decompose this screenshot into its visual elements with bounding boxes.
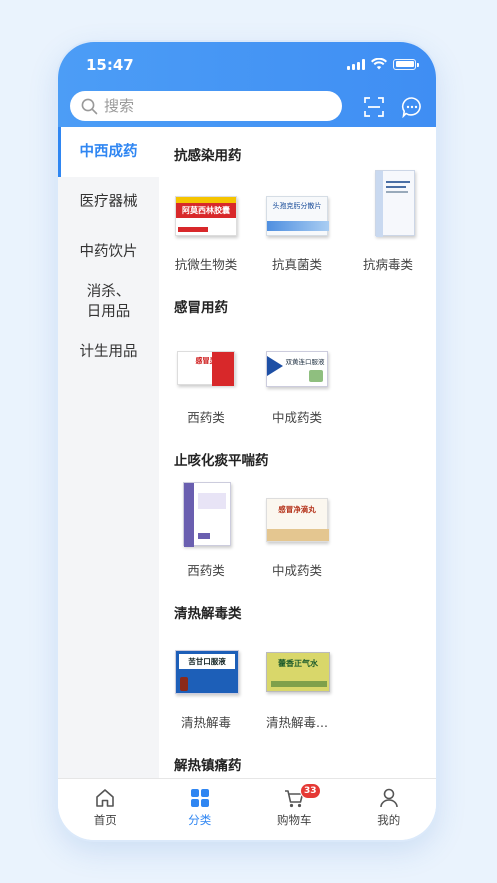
status-time: 15:47: [86, 56, 134, 74]
message-icon[interactable]: [401, 96, 423, 118]
section-title: 止咳化痰平喘药: [174, 453, 269, 469]
tab-label: 分类: [188, 813, 212, 827]
medicine-box-icon: [355, 170, 421, 240]
medicine-box-icon: 感冒净滴丸: [264, 488, 330, 546]
product-item[interactable]: 苦甘口服液 清热解毒: [162, 640, 250, 731]
medicine-box-icon: 双黄连口服液: [264, 335, 330, 393]
product-item[interactable]: 感冒灵 西药类: [162, 335, 250, 426]
section-title: 抗感染用药: [174, 148, 242, 164]
phone-screen: 15:47 搜索 中西成药 医疗器械 中药饮片 消杀、日用品 计生用品 抗感染用…: [58, 42, 436, 840]
search-input[interactable]: [104, 97, 304, 115]
wifi-icon: [371, 58, 387, 70]
product-label: 中成药类: [271, 410, 322, 425]
section-title: 感冒用药: [174, 300, 228, 316]
scan-icon[interactable]: [363, 96, 385, 118]
category-content: 抗感染用药 阿莫西林胶囊 抗微生物类 头孢克肟分散片 抗真菌类 抗病毒类 感冒用…: [159, 127, 436, 778]
sidebar-item-medical-devices[interactable]: 医疗器械: [58, 177, 159, 227]
tab-label: 首页: [93, 813, 117, 827]
medicine-box-icon: 藿香正气水: [264, 640, 330, 698]
product-label: 西药类: [187, 563, 225, 578]
product-label: 抗真菌类: [271, 257, 322, 272]
product-item[interactable]: 双黄连口服液 中成药类: [253, 335, 341, 426]
tab-home[interactable]: 首页: [58, 779, 153, 840]
sidebar-item-disinfection-daily[interactable]: 消杀、日用品: [58, 277, 159, 327]
product-label: 清热解毒: [180, 715, 231, 730]
tab-profile[interactable]: 我的: [342, 779, 437, 840]
sidebar-item-herbal-pieces[interactable]: 中药饮片: [58, 227, 159, 277]
product-item[interactable]: 抗病毒类: [344, 170, 432, 273]
product-item[interactable]: 藿香正气水 清热解毒...: [253, 640, 341, 731]
product-label: 中成药类: [271, 563, 322, 578]
header: 15:47: [58, 42, 436, 127]
home-icon: [96, 789, 115, 807]
tab-category[interactable]: 分类: [153, 779, 248, 840]
product-item[interactable]: 感冒净滴丸 中成药类: [253, 488, 341, 579]
product-label: 抗微生物类: [174, 257, 238, 272]
medicine-box-icon: 苦甘口服液: [173, 640, 239, 698]
medicine-box-icon: 感冒灵: [173, 335, 239, 393]
search-bar[interactable]: [70, 91, 342, 121]
product-label: 清热解毒...: [266, 715, 328, 730]
product-item[interactable]: 西药类: [162, 482, 250, 579]
cart-badge: 33: [300, 783, 321, 799]
category-icon: [190, 789, 209, 807]
user-icon: [379, 788, 398, 808]
medicine-box-icon: 头孢克肟分散片: [264, 182, 330, 240]
medicine-box-icon: 阿莫西林胶囊: [173, 182, 239, 240]
product-item[interactable]: 阿莫西林胶囊 抗微生物类: [162, 182, 250, 273]
category-sidebar: 中西成药 医疗器械 中药饮片 消杀、日用品 计生用品: [58, 127, 159, 778]
signal-icon: [347, 58, 365, 70]
tab-label: 我的: [377, 813, 401, 827]
sidebar-item-family-planning[interactable]: 计生用品: [58, 327, 159, 377]
product-label: 抗病毒类: [362, 257, 413, 272]
bottom-tabbar: 首页 分类 33 购物车 我的: [58, 778, 436, 840]
product-label: 西药类: [187, 410, 225, 425]
section-title: 清热解毒类: [174, 606, 242, 622]
battery-icon: [393, 58, 419, 70]
tab-cart[interactable]: 33 购物车: [247, 779, 342, 840]
medicine-box-icon: [173, 482, 239, 547]
sidebar-item-chinese-western-medicine[interactable]: 中西成药: [58, 127, 159, 177]
tab-label: 购物车: [277, 813, 312, 827]
product-item[interactable]: 头孢克肟分散片 抗真菌类: [253, 182, 341, 273]
status-icons: [347, 58, 419, 70]
section-title: 解热镇痛药: [174, 758, 242, 774]
search-icon: [81, 98, 98, 114]
